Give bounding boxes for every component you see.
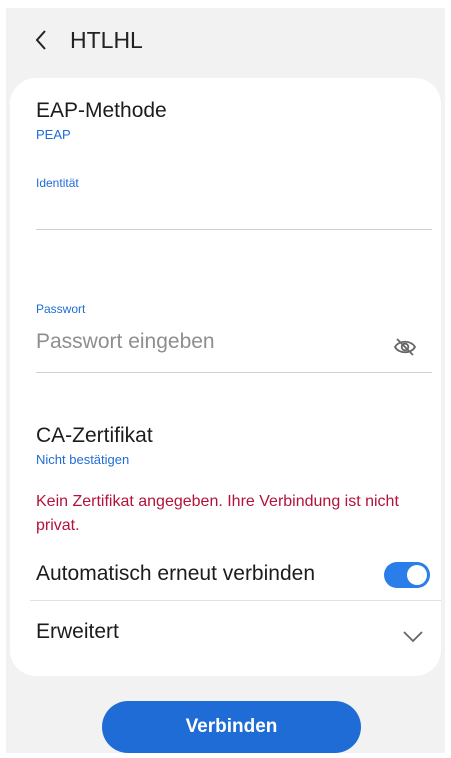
- chevron-down-icon: [402, 630, 424, 649]
- app-header: HTLHL: [6, 8, 445, 72]
- ca-certificate-label: CA-Zertifikat: [36, 424, 153, 447]
- divider: [30, 600, 441, 601]
- auto-reconnect-label: Automatisch erneut verbinden: [36, 562, 315, 585]
- advanced-row[interactable]: Erweitert: [10, 604, 441, 666]
- certificate-warning: Kein Zertifikat angegeben. Ihre Verbindu…: [36, 493, 399, 534]
- auto-reconnect-toggle[interactable]: [384, 562, 430, 588]
- eap-method-value: PEAP: [36, 127, 71, 142]
- password-field[interactable]: Passwort eingeben: [36, 324, 432, 373]
- toggle-knob: [407, 565, 427, 585]
- identity-label: Identität: [36, 176, 79, 190]
- password-placeholder: Passwort eingeben: [36, 330, 215, 353]
- eye-off-icon[interactable]: [392, 336, 418, 363]
- ca-certificate-value: Nicht bestätigen: [36, 452, 130, 467]
- eap-method-row[interactable]: EAP-Methode PEAP: [36, 99, 167, 142]
- identity-field[interactable]: [36, 196, 432, 230]
- settings-card: EAP-Methode PEAP Identität Passwort Pass…: [10, 78, 441, 676]
- back-arrow-icon[interactable]: [30, 25, 56, 55]
- password-label: Passwort: [36, 302, 86, 316]
- advanced-label: Erweitert: [36, 620, 119, 643]
- ca-certificate-row[interactable]: CA-Zertifikat Nicht bestätigen: [36, 424, 153, 467]
- page-title: HTLHL: [70, 27, 143, 53]
- connect-button[interactable]: Verbinden: [102, 701, 361, 753]
- screen: HTLHL EAP-Methode PEAP Identität Passwor…: [6, 8, 445, 753]
- eap-method-label: EAP-Methode: [36, 99, 167, 122]
